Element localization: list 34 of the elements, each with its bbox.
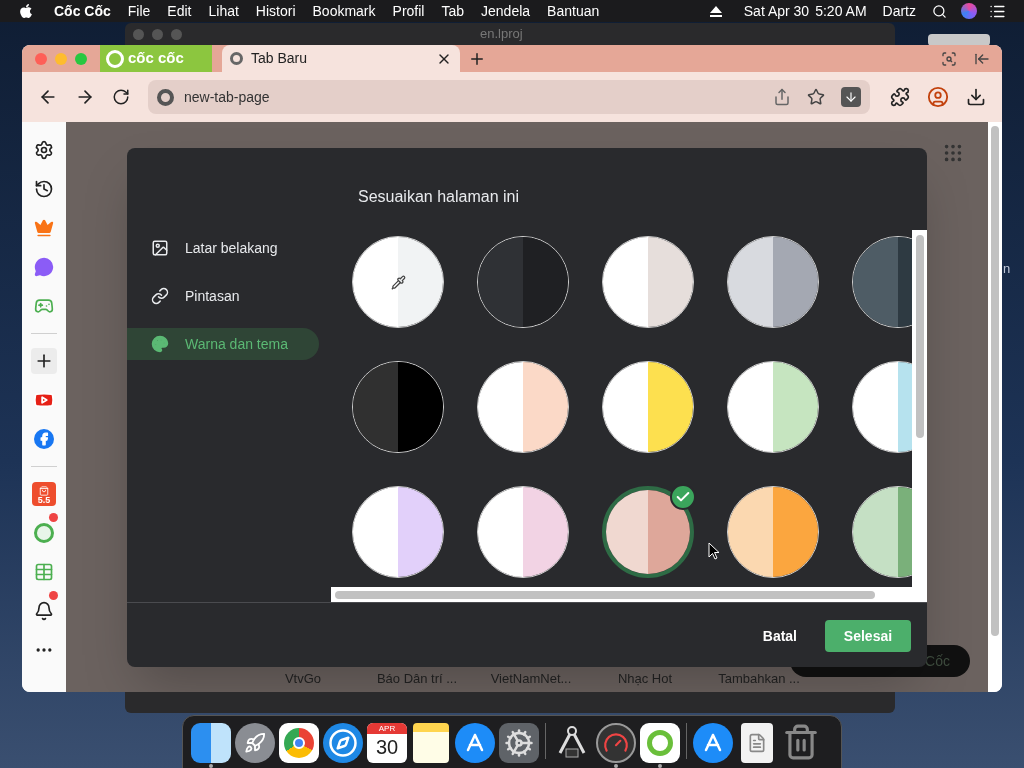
menu-item[interactable]: Histori: [255, 0, 296, 22]
shop-bag-icon[interactable]: 5.5: [32, 482, 56, 506]
menu-user[interactable]: Dartz: [882, 0, 916, 22]
search-pill-text: Cốc: [925, 651, 950, 671]
address-text: new-tab-page: [184, 87, 271, 107]
cancel-button[interactable]: Batal: [758, 620, 801, 652]
brand-name: cốc cốc: [128, 48, 184, 69]
menu-item[interactable]: Lihat: [208, 0, 239, 22]
nav-label: Latar belakang: [185, 238, 278, 258]
menu-item[interactable]: Profil: [392, 0, 425, 22]
menu-date[interactable]: Sat Apr 30: [743, 0, 810, 22]
menu-time[interactable]: 5:20 AM: [815, 0, 867, 22]
desktop-label: n: [1003, 260, 1011, 278]
nav-label: Warna dan tema: [185, 334, 288, 354]
tab-title: Tab Baru: [251, 49, 309, 68]
dialog-title: Sesuaikan halaman ini: [358, 188, 519, 205]
calendar-day: 30: [375, 734, 399, 760]
browser-tab[interactable]: Tab Baru: [222, 45, 460, 72]
app-menu[interactable]: Cốc Cốc: [54, 0, 111, 22]
dialog-nav-item[interactable]: Latar belakang: [127, 232, 319, 264]
dialog-nav-item[interactable]: Warna dan tema: [127, 328, 319, 360]
menu-item[interactable]: Jendela: [481, 0, 531, 22]
menu-item[interactable]: Bookmark: [312, 0, 376, 22]
calendar-month: APR: [367, 723, 407, 734]
calendar-icon[interactable]: APR 30: [367, 723, 407, 763]
menu-item[interactable]: Tab: [441, 0, 465, 22]
menu-item[interactable]: Bantuan: [547, 0, 600, 22]
menu-item[interactable]: File: [127, 0, 151, 22]
dialog-nav-item[interactable]: Pintasan: [127, 280, 319, 312]
nav-label: Pintasan: [185, 286, 240, 306]
sale-label: 5.5: [37, 496, 51, 505]
window-title: en.lproj: [480, 25, 523, 44]
menu-item[interactable]: Edit: [167, 0, 192, 22]
address-bar[interactable]: new-tab-page: [148, 80, 870, 114]
